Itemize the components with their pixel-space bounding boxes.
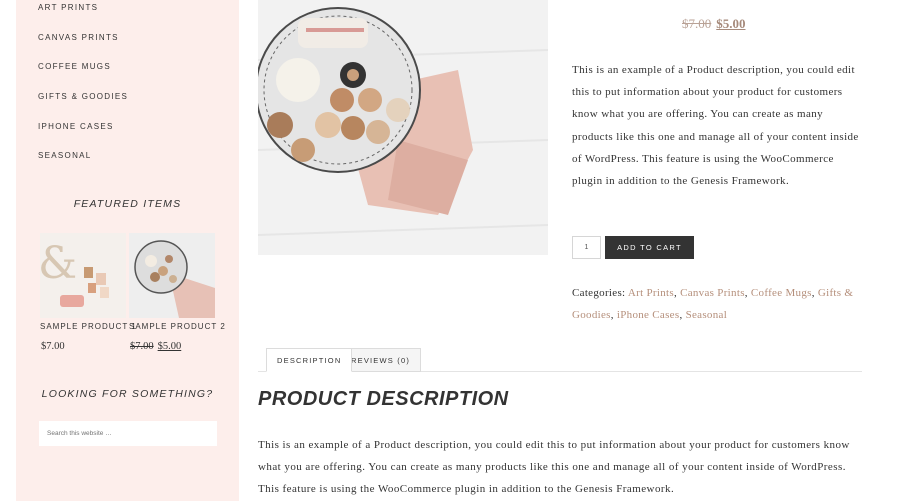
sidebar-category-gifts-goodies[interactable]: Gifts & Goodies bbox=[38, 92, 128, 101]
featured-product-name[interactable]: Sample Product 1 bbox=[40, 322, 137, 331]
description-body: This is an example of a Product descript… bbox=[258, 439, 850, 496]
featured-product-image[interactable] bbox=[129, 233, 215, 318]
sidebar-category-coffee-mugs[interactable]: Coffee Mugs bbox=[38, 62, 111, 71]
search-widget-title: Looking for Something? bbox=[41, 388, 214, 400]
price-value: $7.00 bbox=[41, 341, 65, 352]
spool-basket-thumb-image bbox=[129, 233, 215, 318]
old-price: $7.00 bbox=[682, 16, 712, 31]
featured-product-card: & Sample Product 1 $7.00 bbox=[40, 233, 136, 352]
sidebar-category-art-prints[interactable]: Art Prints bbox=[38, 3, 98, 12]
category-link-seasonal[interactable]: Seasonal bbox=[686, 309, 728, 321]
description-heading: Product Description bbox=[258, 388, 509, 410]
sale-price: $5.00 bbox=[716, 16, 746, 31]
search-input[interactable] bbox=[39, 421, 217, 446]
old-price: $7.00 bbox=[130, 341, 154, 352]
product-categories: Categories: Art Prints, Canvas Prints, C… bbox=[572, 287, 854, 321]
spools-ampersand-image: & bbox=[40, 233, 126, 318]
product-main-image[interactable] bbox=[258, 0, 548, 255]
category-link-art-prints[interactable]: Art Prints bbox=[628, 287, 674, 299]
featured-product-card: Sample Product 2 $7.00 $5.00 bbox=[129, 233, 225, 352]
sale-price: $5.00 bbox=[157, 341, 182, 352]
add-to-cart-button[interactable]: Add to cart bbox=[605, 236, 694, 259]
tab-description[interactable]: Description bbox=[266, 348, 353, 372]
quantity-input[interactable] bbox=[572, 236, 601, 259]
product-short-description: This is an example of a Product descript… bbox=[572, 64, 859, 188]
spool-basket-image bbox=[258, 0, 548, 255]
featured-product-price: $7.00 bbox=[41, 341, 65, 352]
featured-items-title: Featured Items bbox=[73, 198, 182, 210]
categories-label: Categories: bbox=[572, 287, 626, 299]
product-price: $7.00 $5.00 bbox=[682, 16, 746, 32]
featured-product-name[interactable]: Sample Product 2 bbox=[129, 322, 226, 331]
featured-product-price: $7.00 $5.00 bbox=[130, 341, 181, 352]
category-link-coffee-mugs[interactable]: Coffee Mugs bbox=[751, 287, 812, 299]
sidebar-category-seasonal[interactable]: Seasonal bbox=[38, 151, 92, 160]
category-link-canvas-prints[interactable]: Canvas Prints bbox=[680, 287, 745, 299]
sidebar-category-iphone-cases[interactable]: iPhone Cases bbox=[38, 122, 114, 131]
svg-text:&: & bbox=[40, 238, 77, 289]
featured-product-image[interactable]: & bbox=[40, 233, 126, 318]
category-link-iphone-cases[interactable]: iPhone Cases bbox=[617, 309, 680, 321]
sidebar: Art Prints Canvas Prints Coffee Mugs Gif… bbox=[16, 0, 239, 501]
sidebar-category-canvas-prints[interactable]: Canvas Prints bbox=[38, 33, 119, 42]
